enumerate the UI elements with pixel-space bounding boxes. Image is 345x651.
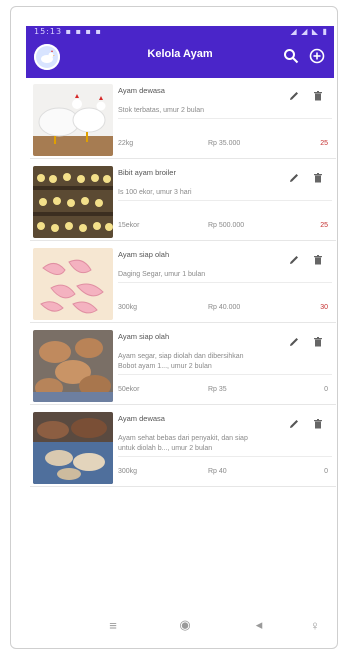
- edit-pencil-icon[interactable]: [288, 254, 300, 266]
- product-meta: 15ekor Rp 500.000 25: [118, 222, 332, 232]
- edit-pencil-icon[interactable]: [288, 336, 300, 348]
- product-image-chicks: [33, 166, 113, 238]
- product-info: Ayam dewasa Stok terbatas, umur 2 bulan …: [118, 84, 332, 156]
- product-card[interactable]: Ayam dewasa Ayam sehat bebas dari penyak…: [30, 408, 336, 487]
- product-stock: 25: [320, 140, 328, 147]
- status-right-icons: ◢ ◢ ◣ ▮: [290, 27, 328, 36]
- product-name: Bibit ayam broiler: [118, 168, 176, 177]
- product-meta: 300kg Rp 40.000 30: [118, 304, 332, 314]
- description-line: Ayam sehat bebas dari penyakit, dan siap: [118, 435, 248, 442]
- product-info: Ayam siap olah Ayam segar, siap diolah d…: [118, 330, 332, 402]
- product-quantity: 50ekor: [118, 386, 140, 393]
- product-info: Bibit ayam broiler Is 100 ekor, umur 3 h…: [118, 166, 332, 238]
- product-card[interactable]: Ayam siap olah Ayam segar, siap diolah d…: [30, 326, 336, 405]
- product-name: Ayam siap olah: [118, 250, 170, 259]
- product-stock: 30: [320, 304, 328, 311]
- menu-icon[interactable]: ≡: [104, 616, 122, 634]
- product-card[interactable]: Bibit ayam broiler Is 100 ekor, umur 3 h…: [30, 162, 336, 241]
- product-stock: 0: [324, 468, 328, 475]
- status-bar: 15:13 ▪ ▪ ▪ ▪ ◢ ◢ ◣ ▮: [26, 26, 334, 38]
- product-description: Stok terbatas, umur 2 bulan: [118, 106, 332, 119]
- delete-trash-icon[interactable]: [312, 254, 324, 266]
- status-time: 15:13: [34, 27, 63, 36]
- product-quantity: 300kg: [118, 468, 138, 475]
- product-card[interactable]: Ayam siap olah Daging Segar, umur 1 bula…: [30, 244, 336, 323]
- product-image-chickens: [33, 84, 113, 156]
- product-name: Ayam dewasa: [118, 86, 165, 95]
- status-left: 15:13 ▪ ▪ ▪ ▪: [34, 26, 102, 38]
- delete-trash-icon[interactable]: [312, 418, 324, 430]
- product-meta: 50ekor Rp 35 0: [118, 386, 332, 396]
- product-meta: 22kg Rp 35.000 25: [118, 140, 332, 150]
- product-quantity: 22kg: [118, 140, 134, 147]
- home-icon[interactable]: ◉: [176, 616, 194, 634]
- product-description: Ayam segar, siap diolah dan dibersihkan …: [118, 352, 332, 375]
- product-stock: 0: [324, 386, 328, 393]
- product-name: Ayam dewasa: [118, 414, 165, 423]
- product-image-raw-chicken: [33, 248, 113, 320]
- product-name: Ayam siap olah: [118, 332, 170, 341]
- product-price: Rp 40: [208, 468, 227, 475]
- app-bar: 15:13 ▪ ▪ ▪ ▪ ◢ ◢ ◣ ▮ Kelola Ayam: [26, 26, 334, 78]
- product-info: Ayam siap olah Daging Segar, umur 1 bula…: [118, 248, 332, 320]
- product-description: Ayam sehat bebas dari penyakit, dan siap…: [118, 434, 332, 457]
- product-price: Rp 35.000: [208, 140, 241, 147]
- product-card[interactable]: Ayam dewasa Stok terbatas, umur 2 bulan …: [30, 80, 336, 159]
- description-line: Ayam segar, siap diolah dan dibersihkan: [118, 353, 244, 360]
- product-description: Daging Segar, umur 1 bulan: [118, 270, 332, 283]
- product-quantity: 15ekor: [118, 222, 140, 229]
- edit-pencil-icon[interactable]: [288, 172, 300, 184]
- search-icon[interactable]: [280, 45, 302, 67]
- description-line: Is 100 ekor, umur 3 hari: [118, 189, 192, 196]
- product-image-processed-chicken: [33, 412, 113, 484]
- delete-trash-icon[interactable]: [312, 336, 324, 348]
- system-nav-bar: ≡ ◉ ◂ ♀: [30, 612, 334, 638]
- add-circle-icon[interactable]: [306, 45, 328, 67]
- product-price: Rp 35: [208, 386, 227, 393]
- product-list: Ayam dewasa Stok terbatas, umur 2 bulan …: [30, 80, 336, 490]
- product-price: Rp 40.000: [208, 304, 241, 311]
- back-icon[interactable]: ◂: [250, 616, 268, 634]
- product-info: Ayam dewasa Ayam sehat bebas dari penyak…: [118, 412, 332, 484]
- description-line: untuk diolah b..., umur 2 bulan: [118, 445, 213, 452]
- delete-trash-icon[interactable]: [312, 172, 324, 184]
- product-meta: 300kg Rp 40 0: [118, 468, 332, 478]
- product-price: Rp 500.000: [208, 222, 245, 229]
- description-line: Daging Segar, umur 1 bulan: [118, 271, 206, 278]
- edit-pencil-icon[interactable]: [288, 90, 300, 102]
- edit-pencil-icon[interactable]: [288, 418, 300, 430]
- status-icons: ▪ ▪ ▪ ▪: [65, 27, 102, 36]
- product-description: Is 100 ekor, umur 3 hari: [118, 188, 332, 201]
- product-stock: 25: [320, 222, 328, 229]
- product-image-roast-chicken: [33, 330, 113, 402]
- accessibility-icon[interactable]: ♀: [306, 616, 324, 634]
- product-quantity: 300kg: [118, 304, 138, 311]
- description-line: Bobot ayam 1..., umur 2 bulan: [118, 363, 212, 370]
- description-line: Stok terbatas, umur 2 bulan: [118, 107, 204, 114]
- delete-trash-icon[interactable]: [312, 90, 324, 102]
